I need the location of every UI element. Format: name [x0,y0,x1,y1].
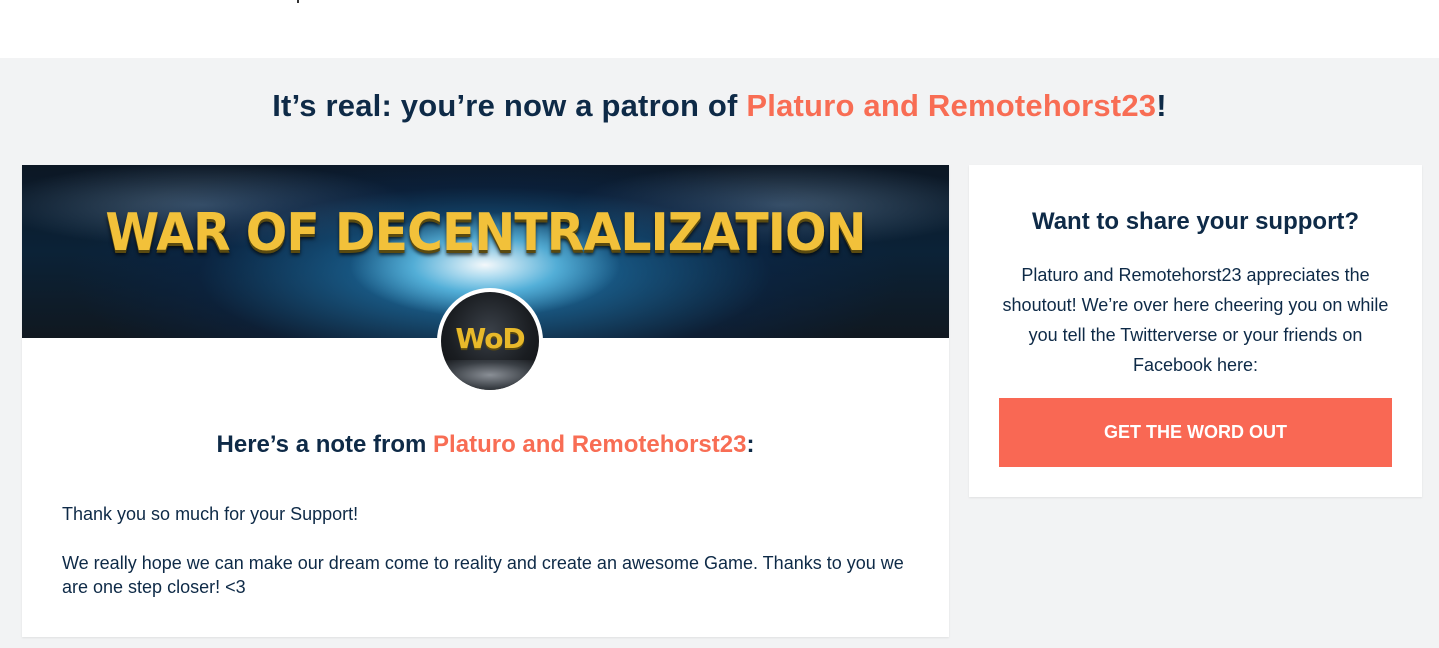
note-heading: Here’s a note from Platuro and Remotehor… [22,431,949,459]
top-navigation-bar [0,0,1439,58]
avatar-background [441,360,539,390]
avatar-image: WoD [441,292,539,390]
creator-avatar[interactable]: WoD [437,288,543,394]
headline-suffix: ! [1156,88,1167,123]
note-heading-prefix: Here’s a note from [216,431,434,458]
share-support-card: Want to share your support? Platuro and … [969,165,1422,497]
note-paragraph: We really hope we can make our dream com… [62,553,904,597]
note-body: Thank you so much for your Support! We r… [62,502,922,624]
note-creator-name[interactable]: Platuro and Remotehorst23 [433,431,746,458]
headline-creator-name[interactable]: Platuro and Remotehorst23 [746,88,1156,123]
headline-prefix: It’s real: you’re now a patron of [272,88,747,123]
banner-title: WAR OF DECENTRALIZATION [105,203,866,263]
page-headline: It’s real: you’re now a patron of Platur… [0,88,1439,124]
get-the-word-out-button[interactable]: GET THE WORD OUT [999,398,1392,467]
note-heading-suffix: : [746,431,755,458]
note-paragraph: Thank you so much for your Support! [62,504,359,524]
nav-fragment [297,0,299,3]
avatar-logo-text: WoD [455,322,525,355]
share-title: Want to share your support? [1031,208,1360,235]
creator-note-card: WAR OF DECENTRALIZATION WoD Here’s a not… [22,165,949,637]
share-description: Platuro and Remotehorst23 appreciates th… [1002,265,1389,375]
